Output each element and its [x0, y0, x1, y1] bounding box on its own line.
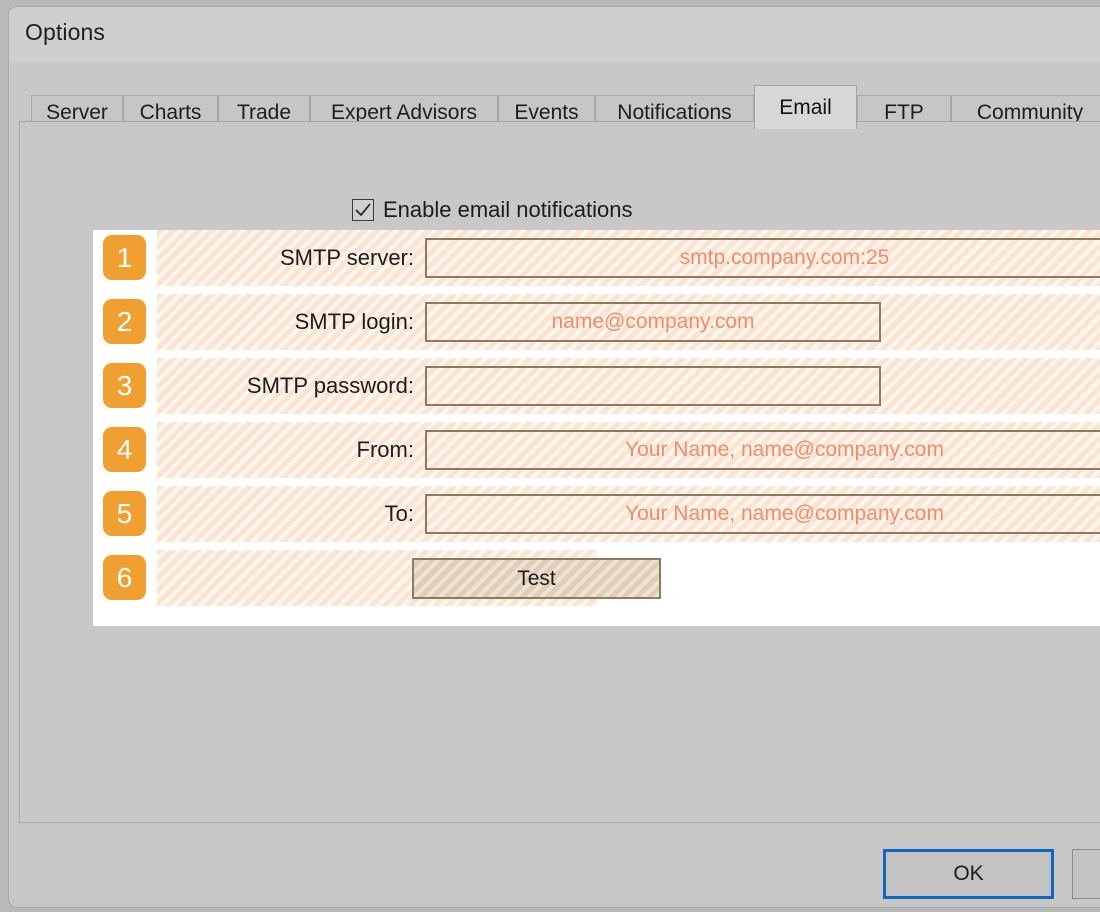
form-row-smtp-server: 1 SMTP server: smtp.company.com:25 — [93, 230, 1100, 286]
test-button[interactable]: Test — [412, 558, 661, 599]
form-row-test: 6 Test — [93, 550, 1100, 606]
input-to[interactable]: Your Name, name@company.com — [425, 494, 1100, 534]
step-badge-6: 6 — [103, 555, 146, 600]
email-settings-panel: Enable email notifications 1 SMTP server… — [19, 121, 1100, 823]
label-smtp-password: SMTP password: — [157, 358, 425, 414]
input-smtp-login[interactable]: name@company.com — [425, 302, 881, 342]
form-row-from: 4 From: Your Name, name@company.com — [93, 422, 1100, 478]
step-badge-4: 4 — [103, 427, 146, 472]
step-badge-5: 5 — [103, 491, 146, 536]
options-dialog-window: Options Server Charts Trade Expert Advis… — [8, 6, 1100, 908]
input-from[interactable]: Your Name, name@company.com — [425, 430, 1100, 470]
row-highlight-band-2: SMTP login: name@company.com — [157, 294, 1100, 350]
input-smtp-server[interactable]: smtp.company.com:25 — [425, 238, 1100, 278]
cancel-button[interactable] — [1072, 849, 1100, 899]
step-badge-1: 1 — [103, 235, 146, 280]
tab-email[interactable]: Email — [754, 85, 857, 129]
form-row-to: 5 To: Your Name, name@company.com — [93, 486, 1100, 542]
page-title: Options — [25, 19, 105, 46]
enable-email-notifications-label: Enable email notifications — [383, 197, 632, 223]
enable-email-notifications-checkbox[interactable] — [352, 199, 374, 221]
step-badge-2: 2 — [103, 299, 146, 344]
label-smtp-login: SMTP login: — [157, 294, 425, 350]
annotated-form-sheet: 1 SMTP server: smtp.company.com:25 2 SMT… — [93, 230, 1100, 626]
form-row-smtp-login: 2 SMTP login: name@company.com — [93, 294, 1100, 350]
label-to: To: — [157, 486, 425, 542]
row-highlight-band-3: SMTP password: — [157, 358, 1100, 414]
row-highlight-band-4: From: Your Name, name@company.com — [157, 422, 1100, 478]
row-highlight-band-5: To: Your Name, name@company.com — [157, 486, 1100, 542]
ok-button[interactable]: OK — [883, 849, 1054, 899]
step-badge-3: 3 — [103, 363, 146, 408]
label-from: From: — [157, 422, 425, 478]
row-highlight-band-6: Test — [157, 550, 597, 606]
input-smtp-password[interactable] — [425, 366, 881, 406]
row-highlight-band-1: SMTP server: smtp.company.com:25 — [157, 230, 1100, 286]
enable-email-notifications-row[interactable]: Enable email notifications — [352, 197, 632, 223]
title-bar: Options — [9, 7, 1100, 63]
checkmark-icon — [355, 202, 371, 218]
form-row-smtp-password: 3 SMTP password: — [93, 358, 1100, 414]
label-smtp-server: SMTP server: — [157, 230, 425, 286]
